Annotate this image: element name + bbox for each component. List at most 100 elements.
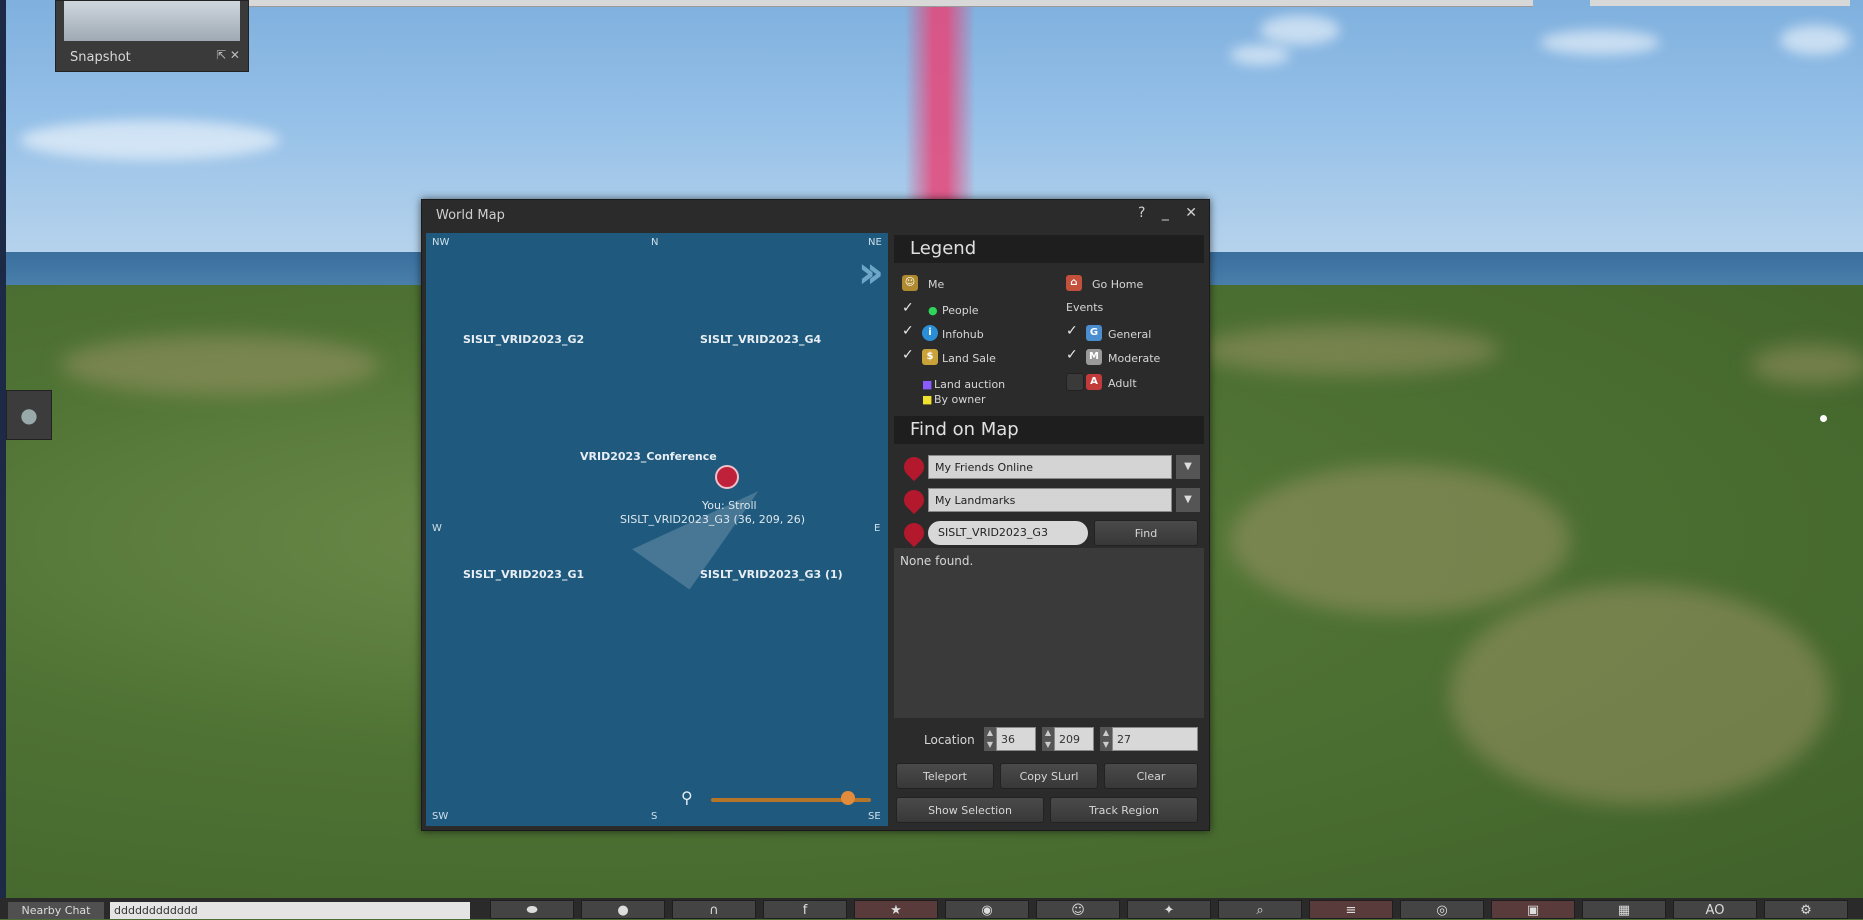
search-pin-icon [899,518,929,548]
spin-arrows-icon[interactable]: ▲ ▼ [1100,727,1112,751]
track-region-button[interactable]: Track Region [1050,797,1198,823]
voice-icon[interactable]: ∩ [672,900,756,919]
snapshot-icon[interactable]: ▣ [1491,900,1575,919]
walk-icon[interactable]: ★ [854,900,938,919]
infohub-icon: i [922,325,938,341]
legend-me: Me [928,278,945,291]
find-on-map-header: Find on Map [894,416,1204,444]
region-label[interactable]: SISLT_VRID2023_G4 [700,333,821,346]
general-icon: G [1086,325,1102,341]
people-dot-icon: ● [928,304,938,317]
region-label[interactable]: SISLT_VRID2023_G3 (1) [700,568,843,581]
copy-slurl-button[interactable]: Copy SLurl [1000,763,1098,789]
spin-arrows-icon[interactable]: ▲ ▼ [984,727,996,751]
zoom-icon: ⚲ [681,788,693,807]
moderate-checkbox[interactable]: ✓ [1066,347,1078,363]
window-edge [0,0,6,919]
compass-s: S [651,811,658,822]
general-checkbox[interactable]: ✓ [1066,323,1078,339]
infohub-checkbox[interactable]: ✓ [902,323,914,339]
map-view[interactable]: NW N NE W E SW S SE ›› SISLT_VRID2023_G2… [426,233,888,826]
you-label: You: Stroll [702,499,757,512]
events-label: Events [1066,301,1104,314]
friends-dropdown[interactable]: My Friends Online [928,455,1172,479]
legend-land-sale: Land Sale [942,352,996,365]
minimap-icon[interactable]: ◎ [1400,900,1484,919]
window-controls[interactable]: ? _ ✕ [1138,205,1203,221]
results-text: None found. [900,554,974,568]
region-label[interactable]: SISLT_VRID2023_G2 [463,333,584,346]
chat-icon[interactable]: ⬬ [490,900,574,919]
compass-se: SE [868,811,881,822]
friends-pin-icon [899,452,929,482]
legend-header: Legend [894,235,1204,263]
location-x-field[interactable]: 36 [996,727,1036,751]
snapshot-thumbnail[interactable] [64,1,240,41]
pin-icon: ● [20,403,38,427]
compass-w: W [432,523,442,534]
legend-adult: Adult [1108,377,1137,390]
expand-chevron-icon[interactable]: ›› [858,247,884,298]
map-sidebar: Legend ☺ Me ⌂ Go Home ✓ ● People Events … [894,233,1204,826]
chat-input[interactable]: dddddddddddd [110,902,470,919]
legend-auction: Land auction [934,378,1006,391]
compass-nw: NW [432,237,450,248]
legend-by-owner: By owner [934,393,986,406]
settings-icon[interactable]: ⚙ [1764,900,1848,919]
find-button[interactable]: Find [1094,520,1198,546]
adult-checkbox[interactable] [1066,373,1084,391]
landmarks-dropdown[interactable]: My Landmarks [928,488,1172,512]
landmark-pin-button[interactable]: ● [6,390,52,440]
snapshot-controls[interactable]: ⇱ ✕ [216,48,240,62]
legend-moderate: Moderate [1108,352,1161,365]
search-results-list[interactable]: None found. [894,548,1204,718]
people-checkbox[interactable]: ✓ [902,300,914,316]
spin-arrows-icon[interactable]: ▲ ▼ [1042,727,1054,751]
landmarks-pin-icon [899,485,929,515]
navigation-bar-right[interactable] [1590,0,1850,6]
clear-button[interactable]: Clear [1104,763,1198,789]
compass-n: N [651,237,659,248]
by-owner-dot-icon: ■ [922,393,933,406]
scene-dot [1820,415,1827,422]
nearby-chat-button[interactable]: Nearby Chat [8,902,104,919]
ao-label[interactable]: AO [1673,900,1757,919]
legend-infohub: Infohub [942,328,984,341]
view-icon[interactable]: ◉ [945,900,1029,919]
compass-sw: SW [432,811,449,822]
search-icon[interactable]: ⌕ [1218,900,1302,919]
chevron-down-icon[interactable]: ▼ [1176,488,1200,512]
chevron-down-icon[interactable]: ▼ [1176,455,1200,479]
land-sale-icon: $ [922,349,938,365]
compass-e: E [874,523,881,534]
adult-icon: A [1086,374,1102,390]
map-icon[interactable]: ≡ [1309,900,1393,919]
you-location: SISLT_VRID2023_G3 (36, 209, 26) [620,513,805,526]
snapshot-floater[interactable]: Snapshot ⇱ ✕ [55,0,249,72]
teleport-button[interactable]: Teleport [896,763,994,789]
show-selection-button[interactable]: Show Selection [896,797,1044,823]
legend-general: General [1108,328,1152,341]
people-icon[interactable]: ☺ [1036,900,1120,919]
land-sale-checkbox[interactable]: ✓ [902,347,914,363]
appearance-icon[interactable]: ✦ [1127,900,1211,919]
home-icon[interactable]: ⌂ [1066,275,1082,291]
speak-icon[interactable]: ● [581,900,665,919]
moderate-icon: M [1086,349,1102,365]
inventory-icon[interactable]: ▦ [1582,900,1666,919]
region-search-input[interactable]: SISLT_VRID2023_G3 [928,521,1088,545]
facebook-icon[interactable]: f [763,900,847,919]
auction-dot-icon: ■ [922,378,933,391]
go-home-label[interactable]: Go Home [1092,278,1143,291]
zoom-slider-handle[interactable] [841,791,855,805]
location-label: Location [924,733,975,747]
location-z-field[interactable]: 27 [1112,727,1198,751]
snapshot-label: Snapshot [70,50,131,65]
location-y-field[interactable]: 209 [1054,727,1094,751]
navigation-bar[interactable] [248,0,1533,7]
location-beacon [905,0,975,205]
me-icon: ☺ [902,275,918,291]
you-marker-icon[interactable] [715,465,739,489]
world-map-window[interactable]: World Map ? _ ✕ NW N NE W E SW S SE ›› S… [421,199,1210,831]
region-label[interactable]: SISLT_VRID2023_G1 [463,568,584,581]
